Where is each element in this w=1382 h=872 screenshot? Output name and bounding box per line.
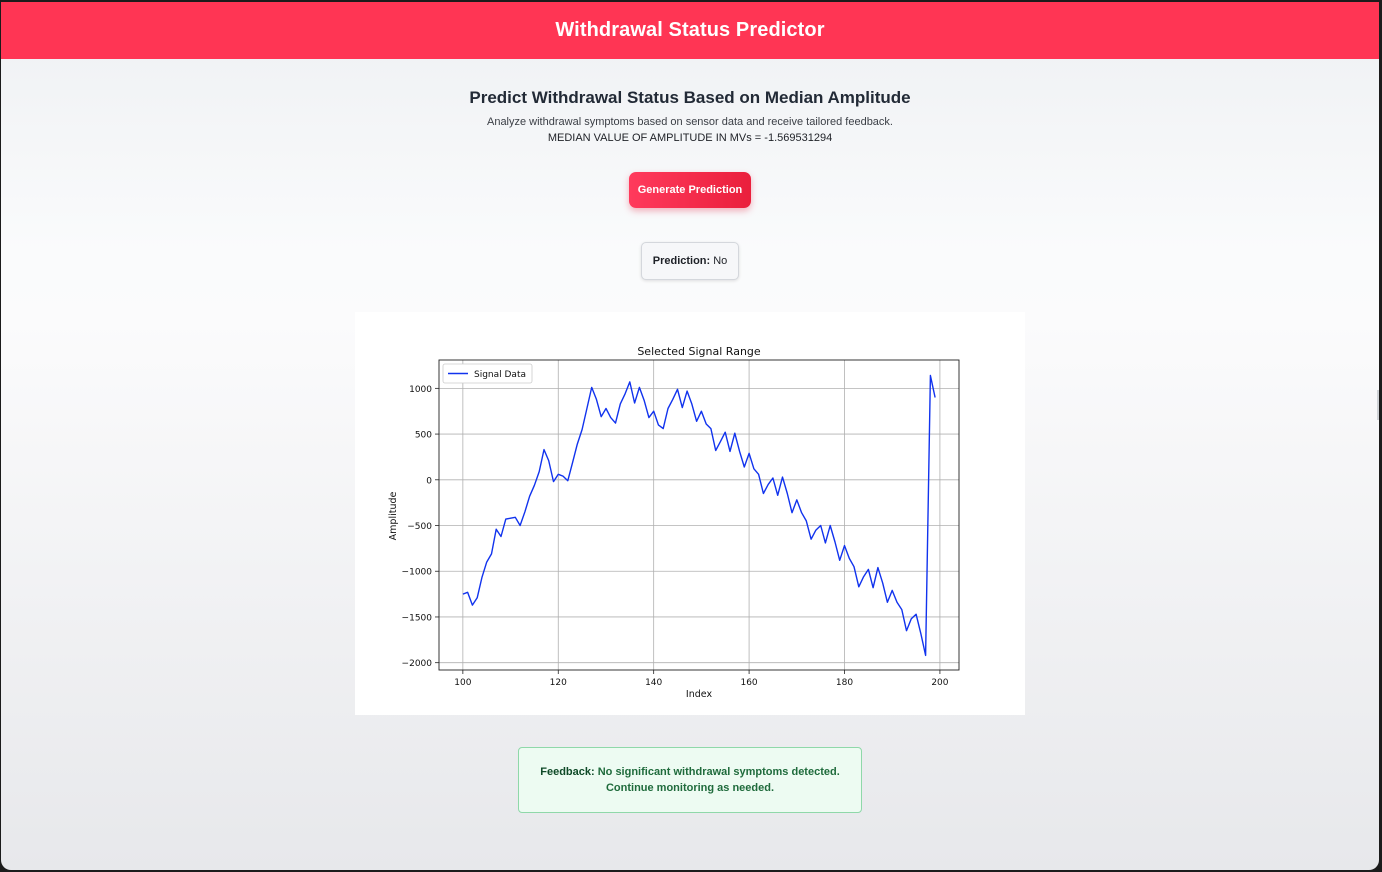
y-tick-label: 0 (426, 476, 432, 486)
feedback-text-2: Continue monitoring as needed. (605, 782, 775, 794)
window-resize-handle[interactable] (1377, 390, 1379, 420)
chart-series (462, 374, 936, 657)
x-tick-label: 180 (836, 678, 853, 688)
page-title: Predict Withdrawal Status Based on Media… (469, 88, 911, 107)
x-tick-label: 200 (931, 678, 948, 688)
chart-legend: Signal Data (442, 363, 533, 384)
x-tick-label: 140 (645, 678, 662, 688)
y-tick-label: −1500 (402, 613, 433, 623)
signal-chart-svg: Selected Signal Range Index Amplitude 10… (388, 345, 960, 700)
feedback-text-1: No significant withdrawal symptoms detec… (597, 766, 840, 778)
generate-prediction-button[interactable]: Generate Prediction (629, 172, 751, 208)
chart-ticks: 100 120 140 160 180 200 1000 500 0 −500 −1000 −1500… (402, 385, 949, 688)
app-header: Withdrawal Status Predictor (1, 2, 1379, 59)
feedback-line-1: Feedback: No significant withdrawal symp… (540, 764, 840, 780)
x-tick-label: 120 (550, 678, 567, 688)
y-tick-label: 500 (415, 431, 432, 441)
series-line-signal-data (462, 374, 936, 657)
app-title: Withdrawal Status Predictor (555, 19, 825, 41)
y-tick-label: 1000 (409, 385, 432, 395)
chart-plot-frame (438, 359, 960, 671)
page-subtitle: Analyze withdrawal symptoms based on sen… (486, 116, 893, 128)
prediction-value: No (713, 255, 728, 267)
y-tick-label: −500 (407, 522, 432, 532)
median-amplitude-text: MEDIAN VALUE OF AMPLITUDE IN MVs = -1.56… (547, 132, 833, 144)
signal-chart: Selected Signal Range Index Amplitude 10… (355, 312, 1025, 715)
legend-label: Signal Data (474, 370, 526, 380)
app-window: Withdrawal Status Predictor Predict With… (1, 2, 1379, 870)
chart-title: Selected Signal Range (637, 345, 761, 358)
prediction-label: Prediction: (652, 255, 711, 267)
feedback-label: Feedback: (540, 766, 595, 778)
chart-x-axis-label: Index (686, 689, 713, 700)
y-tick-label: −2000 (402, 659, 433, 669)
chart-grid (439, 360, 959, 670)
feedback-box: Feedback: No significant withdrawal symp… (518, 747, 862, 813)
chart-y-axis-label: Amplitude (388, 492, 399, 541)
y-tick-label: −1000 (402, 568, 433, 578)
x-tick-label: 160 (740, 678, 757, 688)
prediction-result: Prediction: No (641, 242, 739, 280)
x-tick-label: 100 (454, 678, 471, 688)
